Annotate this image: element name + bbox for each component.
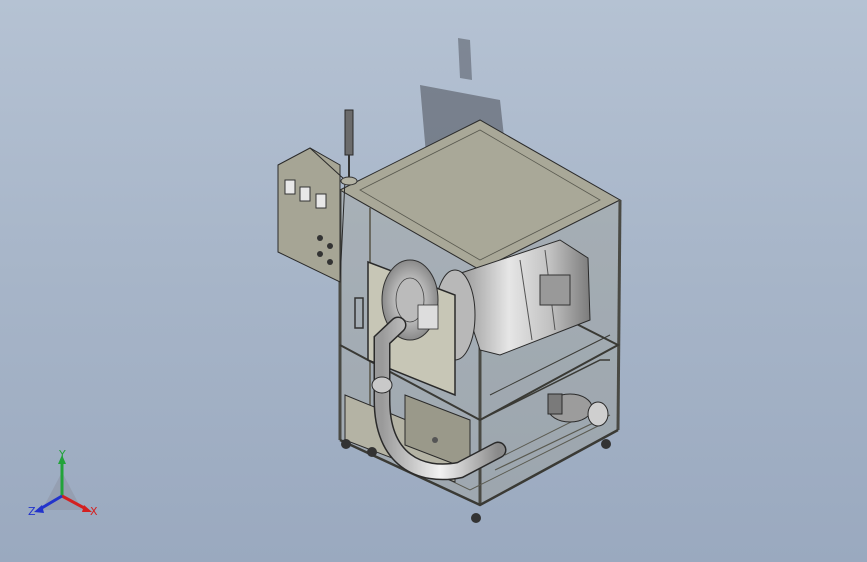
machine-assembly-model[interactable]: Y X Z: [0, 0, 867, 562]
z-axis-label: Z: [28, 505, 36, 518]
y-axis-label: Y: [58, 448, 66, 461]
view-triad-icon[interactable]: Y X Z: [28, 448, 98, 518]
x-axis-label: X: [90, 505, 98, 518]
cad-viewport[interactable]: Y X Z: [0, 0, 867, 562]
signal-tower-icon: [340, 109, 358, 186]
control-box-icon: [277, 147, 346, 283]
